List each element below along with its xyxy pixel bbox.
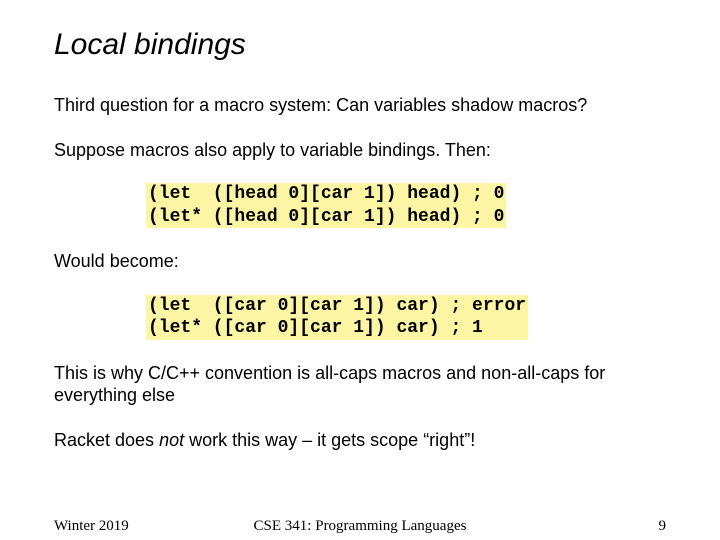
racket-line: Racket does not work this way – it gets … [54,429,666,452]
question-line: Third question for a macro system: Can v… [54,94,666,117]
code-block-original: (let ([head 0][car 1]) head) ; 0 (let* (… [146,183,506,228]
footer-page: 9 [659,518,667,535]
footer-course: CSE 341: Programming Languages [54,518,666,535]
code-block-expanded: (let ([car 0][car 1]) car) ; error (let*… [146,295,528,340]
racket-not-emph: not [159,430,184,450]
racket-pre: Racket does [54,430,159,450]
would-become-line: Would become: [54,250,666,273]
cpp-convention-line: This is why C/C++ convention is all-caps… [54,362,666,407]
suppose-line: Suppose macros also apply to variable bi… [54,139,666,162]
racket-post: work this way – it gets scope “right”! [184,430,475,450]
slide-title: Local bindings [54,28,666,62]
slide: Local bindings Third question for a macr… [0,0,720,540]
